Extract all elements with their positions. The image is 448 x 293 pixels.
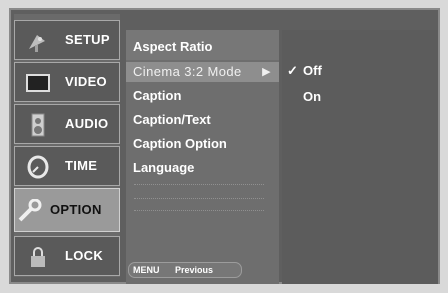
menu-item-language[interactable]: Language (133, 158, 194, 178)
tv-screen-icon (25, 71, 51, 95)
clock-icon (25, 155, 51, 179)
menu-item-caption-option[interactable]: Caption Option (133, 134, 227, 154)
option-on[interactable]: On (303, 88, 321, 106)
menu-item-aspect-ratio[interactable]: Aspect Ratio (133, 37, 212, 57)
sidebar-item-label: AUDIO (65, 116, 109, 131)
sidebar-item-label: SETUP (65, 32, 110, 47)
sidebar-item-video[interactable]: VIDEO (14, 62, 120, 102)
menu-item-caption-text[interactable]: Caption/Text (133, 110, 211, 130)
check-mark-icon: ✓ (287, 63, 298, 78)
wrench-icon (17, 199, 43, 223)
option-off[interactable]: Off (303, 62, 322, 80)
sidebar-item-label: OPTION (50, 202, 102, 217)
previous-label: Previous (175, 265, 214, 275)
sidebar-item-label: LOCK (65, 248, 104, 263)
menu-item-cinema-mode[interactable]: Cinema 3:2 Mode ▶ (126, 62, 279, 82)
padlock-icon (25, 245, 51, 269)
menu-divider (134, 210, 264, 211)
arrow-right-icon: ▶ (262, 66, 271, 78)
speaker-icon (25, 113, 51, 137)
sidebar-item-option[interactable]: OPTION (14, 188, 120, 232)
menu-item-caption[interactable]: Caption (133, 86, 181, 106)
menu-item-label: Cinema 3:2 Mode (133, 64, 242, 79)
sidebar-item-setup[interactable]: SETUP (14, 20, 120, 60)
sidebar-item-lock[interactable]: LOCK (14, 236, 120, 276)
sidebar-item-label: TIME (65, 158, 98, 173)
sidebar-item-time[interactable]: TIME (14, 146, 120, 186)
sidebar-item-label: VIDEO (65, 74, 107, 89)
menu-divider (134, 184, 264, 185)
menu-key-label: MENU (133, 265, 160, 275)
menu-divider (134, 198, 264, 199)
satellite-dish-icon (25, 29, 51, 53)
sidebar-item-audio[interactable]: AUDIO (14, 104, 120, 144)
footer-hint: MENU Previous (128, 262, 242, 278)
